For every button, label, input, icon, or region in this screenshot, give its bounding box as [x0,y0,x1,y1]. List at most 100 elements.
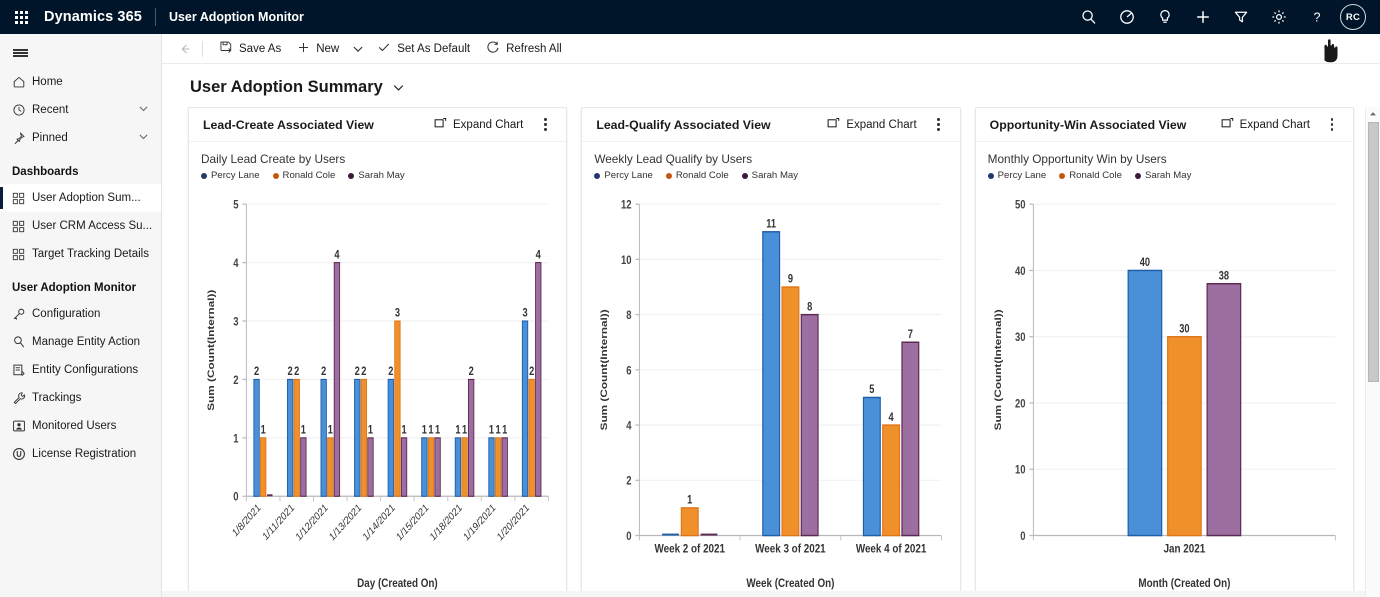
timer-icon[interactable] [1108,0,1146,34]
sidebar-item-label: Entity Configurations [32,364,139,376]
sidebar-item-configuration[interactable]: Configuration [0,300,161,328]
save-as-button[interactable]: Save As [211,36,289,62]
legend-item[interactable]: Percy Lane [201,170,260,181]
legend-label: Sarah May [358,170,405,181]
scroll-up-arrow-icon[interactable] [1366,107,1380,121]
svg-text:30: 30 [1179,324,1189,336]
chart-legend: Percy Lane Ronald Cole Sarah May [201,170,556,181]
set-as-default-button[interactable]: Set As Default [369,36,478,62]
sidebar-item-user-adoption-summary[interactable]: User Adoption Sum... [0,184,161,212]
sidebar-item-entity-configurations[interactable]: Entity Configurations [0,356,161,384]
sidebar-item-recent[interactable]: Recent [0,96,161,124]
sidebar-item-license-registration[interactable]: License Registration [0,440,161,468]
sidebar-item-pinned[interactable]: Pinned [0,124,161,152]
bar-chart-plot[interactable]: 0 10 20 30 40 50 40 30 38 Jan 2021 Month (Created … [988,187,1343,592]
vertical-scrollbar-thumb[interactable] [1368,122,1379,382]
chevron-down-icon[interactable] [138,131,149,145]
legend-color-swatch [201,172,207,179]
svg-text:2: 2 [254,366,259,378]
more-commands-button[interactable] [928,113,950,137]
lightbulb-icon[interactable] [1146,0,1184,34]
svg-text:4: 4 [233,257,238,270]
legend-item[interactable]: Sarah May [741,170,799,181]
chart-card-title: Lead-Create Associated View [203,117,374,132]
command-bar-divider [202,40,203,57]
topbar-icon-group: ? RC [1070,0,1372,34]
legend-item[interactable]: Sarah May [1135,170,1191,181]
sidebar-item-monitored-users[interactable]: Monitored Users [0,412,161,440]
sidebar-item-label: Configuration [32,308,101,320]
svg-text:1/18/2021: 1/18/2021 [428,502,464,544]
dashboard-icon [12,248,32,261]
pin-icon [12,131,32,145]
legend-item[interactable]: Sarah May [348,170,405,181]
svg-text:2: 2 [288,366,293,378]
expand-chart-button[interactable]: Expand Chart [822,114,921,136]
chart-body: Weekly Lead Qualify by Users Percy Lane … [582,142,959,596]
chevron-down-icon[interactable] [138,103,149,117]
legend-color-swatch [987,172,994,179]
svg-text:7: 7 [908,329,913,341]
expand-chart-button[interactable]: Expand Chart [1216,114,1315,136]
sidebar-item-manage-entity-action[interactable]: Manage Entity Action [0,328,161,356]
more-commands-button[interactable] [534,113,556,137]
expand-chart-label: Expand Chart [453,118,524,131]
license-icon [12,447,32,461]
legend-label: Sarah May [751,170,799,181]
legend-item[interactable]: Percy Lane [594,170,653,181]
sidebar-collapse-button[interactable] [0,38,161,68]
bar-chart-plot[interactable]: 0 2 4 6 8 10 12 1 Week 2 of 2021 11 9 8 Week 3 of 20… [594,187,949,592]
horizontal-scrollbar[interactable] [162,591,1365,597]
legend-item[interactable]: Ronald Cole [272,170,335,181]
sidebar-item-home[interactable]: Home [0,68,161,96]
sidebar-item-user-crm-access-summary[interactable]: User CRM Access Su... [0,212,161,240]
wrench-icon [12,391,32,405]
legend-label: Percy Lane [997,170,1047,181]
vertical-scrollbar[interactable] [1365,107,1380,597]
page-title-chevron-down-icon[interactable] [392,81,405,94]
svg-text:1: 1 [261,425,266,437]
search-icon[interactable] [1070,0,1108,34]
more-commands-button[interactable] [1321,113,1343,137]
bar-chart-plot[interactable]: 0 1 2 3 4 5 2 1 1/8/2021 2 2 1 1/11/2021 2 1 4 1/12/2021… [201,187,556,592]
sidebar-item-label: License Registration [32,448,137,460]
svg-text:2: 2 [294,366,299,378]
legend-label: Percy Lane [211,170,260,181]
refresh-all-button[interactable]: Refresh All [478,36,570,62]
svg-text:Week (Created On): Week (Created On) [747,577,835,590]
command-bar: Save As New Set As Default Refresh All [162,34,1380,64]
svg-text:1: 1 [328,425,333,437]
svg-text:0: 0 [627,530,632,543]
legend-item[interactable]: Ronald Cole [1059,170,1122,181]
new-button[interactable]: New [289,36,347,62]
svg-text:12: 12 [621,199,632,212]
sidebar-item-target-tracking-details[interactable]: Target Tracking Details [0,240,161,268]
plus-icon[interactable] [1184,0,1222,34]
help-icon[interactable]: ? [1298,0,1336,34]
legend-item[interactable]: Ronald Cole [665,170,729,181]
svg-text:3: 3 [522,308,527,320]
svg-text:20: 20 [1015,397,1026,410]
chart-body: Monthly Opportunity Win by Users Percy L… [976,142,1353,596]
avatar[interactable]: RC [1340,4,1366,30]
back-button[interactable] [172,36,198,62]
legend-color-swatch [594,172,601,179]
topbar-divider [154,8,156,26]
expand-chart-button[interactable]: Expand Chart [429,114,528,136]
expand-chart-label: Expand Chart [846,118,917,131]
chart-subtitle: Daily Lead Create by Users [201,152,346,166]
page-header: User Adoption Summary [162,64,1380,107]
gear-icon[interactable] [1260,0,1298,34]
legend-item[interactable]: Percy Lane [987,170,1047,181]
dashboard-canvas: Lead-Create Associated View Expand Chart… [162,107,1380,597]
sidebar-item-trackings[interactable]: Trackings [0,384,161,412]
filter-icon[interactable] [1222,0,1260,34]
svg-text:11: 11 [767,219,777,231]
new-dropdown-caret[interactable] [347,36,369,62]
sidebar-item-label: Home [32,76,63,88]
app-launcher-button[interactable] [6,2,36,32]
save-as-icon [219,40,233,57]
svg-text:Day (Created On): Day (Created On) [357,577,438,590]
svg-text:1/14/2021: 1/14/2021 [361,502,397,544]
check-icon [377,40,391,57]
